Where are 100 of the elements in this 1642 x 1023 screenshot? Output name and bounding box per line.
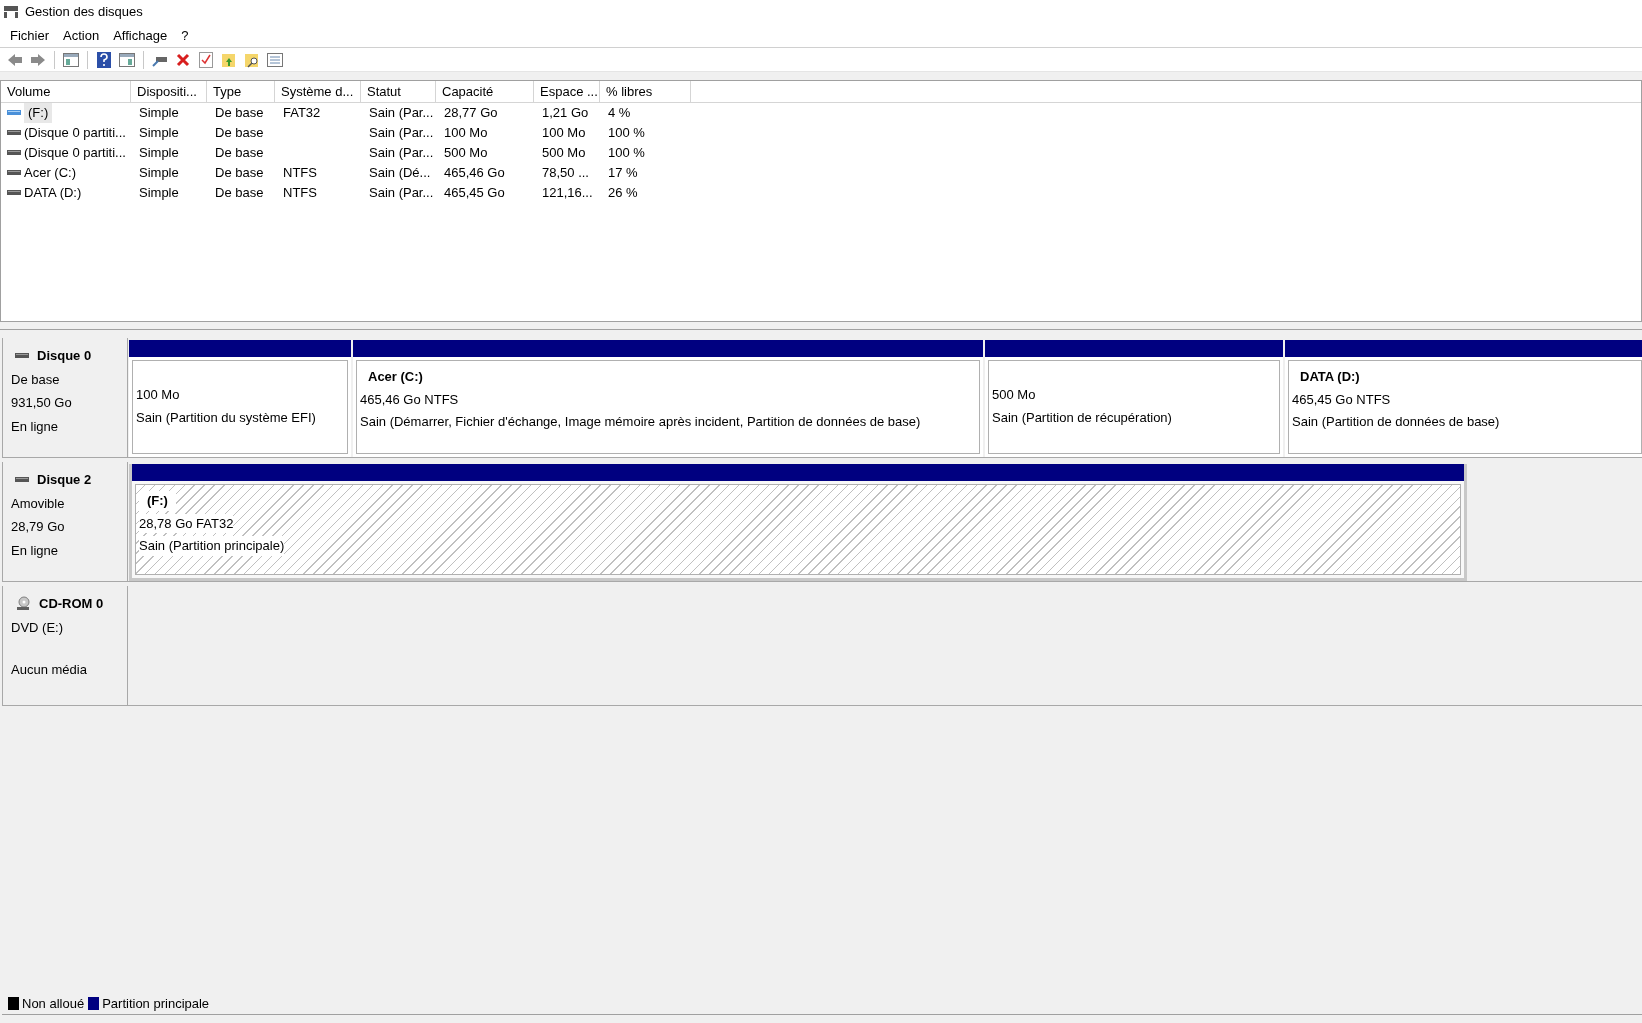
disk-info: 28,79 Go	[11, 518, 66, 536]
disk-info: Aucun média	[11, 661, 88, 679]
table-cell-text: De base	[215, 144, 264, 163]
column-header[interactable]: % libres	[600, 81, 691, 102]
menu-item[interactable]: Fichier	[3, 24, 56, 47]
column-header[interactable]: Capacité	[436, 81, 534, 102]
table-cell-text: De base	[215, 184, 264, 203]
partition-block[interactable]: Acer (C:) 465,46 Go NTFS Sain (Démarrer, Fichier d'échange, Image mémoire après incident, Partition de données de base)	[353, 340, 983, 457]
partition-info: Sain (Partition de données de base)	[1292, 413, 1500, 431]
table-cell-text: Simple	[139, 104, 179, 123]
column-header[interactable]: Type	[207, 81, 275, 102]
window-title: Gestion des disques	[25, 3, 143, 22]
table-cell-text: FAT32	[283, 104, 321, 123]
partition-info: Sain (Démarrer, Fichier d'échange, Image mémoire après incident, Partition de données de base)	[360, 413, 921, 431]
table-cell-text: De base	[215, 104, 264, 123]
partition-block[interactable]: DATA (D:) 465,45 Go NTFS Sain (Partition de données de base)	[1285, 340, 1642, 457]
table-cell-text: Simple	[139, 184, 179, 203]
table-cell-text: 465,45 Go	[444, 184, 505, 203]
table-cell-text: De base	[215, 124, 264, 143]
table-cell-text: 500 Mo	[542, 144, 586, 163]
disk-info: En ligne	[11, 541, 59, 560]
table-cell-text: 100 %	[608, 124, 645, 143]
table-cell-text: 100 Mo	[542, 124, 586, 143]
table-cell-text: Simple	[139, 124, 179, 143]
partition-block[interactable]: 500 Mo Sain (Partition de récupération)	[985, 340, 1283, 457]
table-cell-text: 17 %	[608, 164, 638, 183]
panel-icon	[63, 52, 79, 67]
disk-name: Disque 2	[37, 471, 92, 489]
partition-info: 100 Mo	[136, 386, 180, 404]
column-header[interactable]: Dispositi...	[131, 81, 207, 102]
table-cell-text: 100 Mo	[444, 124, 488, 143]
forward-arrow-icon	[30, 52, 46, 67]
table-cell-text: 1,21 Go	[542, 104, 589, 123]
legend-label: Partition principale	[102, 994, 210, 1013]
column-header[interactable]: Système d...	[275, 81, 361, 102]
column-header[interactable]: Espace ...	[534, 81, 600, 102]
table-cell-text: 465,46 Go	[444, 164, 505, 183]
disk-info: En ligne	[11, 417, 59, 436]
partition-block[interactable]: (F:) 28,78 Go FAT32 Sain (Partition principale)	[129, 464, 1467, 581]
table-cell-text: 78,50 ...	[542, 164, 589, 183]
menu-item[interactable]: ?	[174, 24, 196, 47]
drive-icon	[7, 109, 21, 117]
partition-info: Sain (Partition de récupération)	[992, 408, 1172, 427]
drive-icon	[15, 351, 29, 360]
partition-info: Sain (Partition principale)	[139, 536, 285, 556]
table-cell-text: 26 %	[608, 184, 638, 203]
drive-icon	[7, 189, 21, 197]
partition-info: Sain (Partition du système EFI)	[136, 408, 316, 427]
menu-item[interactable]: Action	[56, 24, 107, 47]
legend-label: Non alloué	[22, 994, 85, 1013]
table-cell-text: Simple	[139, 144, 179, 163]
disk-info: DVD (E:)	[11, 618, 64, 637]
partition-info: 465,46 Go NTFS	[360, 390, 459, 409]
column-header[interactable]: Statut	[361, 81, 436, 102]
table-cell-text: De base	[215, 164, 264, 183]
help-icon	[97, 51, 111, 68]
disk-info: De base	[11, 370, 61, 389]
table-cell[interactable]: (Disque 0 partiti...	[24, 143, 126, 163]
cd-drive-icon	[15, 595, 31, 612]
pane-splitter[interactable]	[0, 322, 1642, 330]
partition-info: 500 Mo	[992, 386, 1036, 404]
partition-info: 465,45 Go NTFS	[1292, 390, 1391, 409]
folder-up-icon	[221, 51, 237, 68]
table-cell-text: Sain (Par...	[369, 184, 434, 203]
drive-icon	[7, 149, 21, 157]
disk-info: 931,50 Go	[11, 394, 73, 412]
table-cell-text: Simple	[139, 164, 179, 183]
table-cell[interactable]: DATA (D:)	[24, 183, 82, 203]
table-cell-text: Sain (Dé...	[369, 164, 431, 183]
column-header[interactable]: Volume	[1, 81, 131, 102]
disk-name: CD-ROM 0	[39, 595, 104, 613]
disk-info: Amovible	[11, 494, 66, 513]
table-cell-text: 121,16...	[542, 184, 593, 203]
partition-title: (F:)	[139, 491, 176, 511]
drive-icon	[7, 169, 21, 177]
table-cell-text: 4 %	[608, 104, 631, 123]
drive-icon	[7, 129, 21, 137]
disk-name: Disque 0	[37, 347, 92, 365]
back-arrow-icon	[7, 52, 23, 67]
table-cell[interactable]: (F:)	[24, 103, 53, 123]
checklist-icon	[199, 51, 213, 68]
folder-search-icon	[244, 51, 260, 68]
table-cell-text: 28,77 Go	[444, 104, 498, 123]
table-cell-text: Sain (Par...	[369, 124, 434, 143]
table-cell-text: 500 Mo	[444, 144, 488, 163]
partition-block[interactable]: 100 Mo Sain (Partition du système EFI)	[129, 340, 351, 457]
table-cell-text: 100 %	[608, 144, 645, 163]
panel-icon	[119, 52, 135, 67]
disk-management-icon	[3, 5, 19, 19]
drive-icon	[15, 475, 29, 484]
delete-icon	[176, 52, 190, 67]
list-icon	[267, 52, 283, 67]
table-cell-text: NTFS	[283, 164, 317, 183]
menu-item[interactable]: Affichage	[106, 24, 175, 47]
table-cell[interactable]: Acer (C:)	[24, 163, 76, 183]
table-cell-text: Sain (Par...	[369, 144, 434, 163]
table-cell-text: Sain (Par...	[369, 104, 434, 123]
table-cell-text: NTFS	[283, 184, 317, 203]
partition-info: 28,78 Go FAT32	[139, 513, 234, 533]
table-cell[interactable]: (Disque 0 partiti...	[24, 123, 126, 143]
